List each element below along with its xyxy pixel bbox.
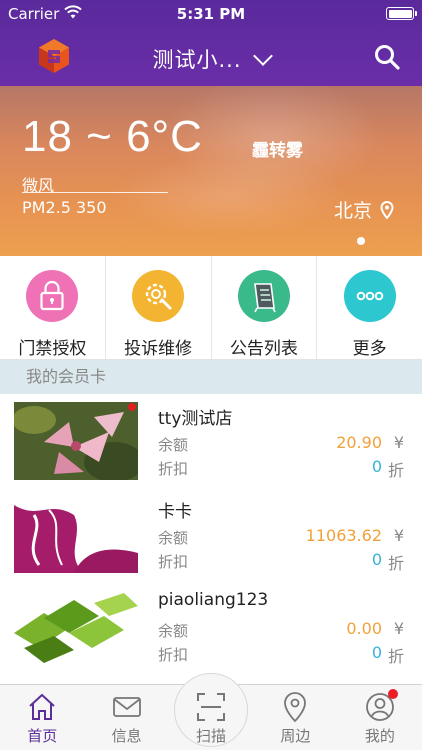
tab-bar: 首页 信息 扫描 周边 我的 xyxy=(0,673,422,750)
card-name: 卡卡 xyxy=(158,502,192,522)
chevron-down-icon xyxy=(252,46,273,66)
scan-icon xyxy=(197,693,226,721)
discount-label: 折扣 xyxy=(158,460,189,478)
card-name: piaoliang123 xyxy=(158,590,269,610)
card-name: tty测试店 xyxy=(158,409,233,429)
card-thumbnail xyxy=(14,402,138,480)
card-thumbnail xyxy=(14,495,138,573)
discount-value: 0 xyxy=(371,550,382,569)
tab-label: 信息 xyxy=(111,727,142,745)
quick-action-access[interactable]: 门禁授权 xyxy=(0,256,106,359)
page-indicator xyxy=(357,237,365,245)
currency-unit: ¥ xyxy=(393,619,404,638)
currency-unit: ¥ xyxy=(393,526,404,545)
balance-value: 0.00 xyxy=(346,619,382,638)
currency-unit: ¥ xyxy=(393,433,404,452)
divider xyxy=(22,192,168,193)
tab-label: 周边 xyxy=(280,727,311,745)
quick-actions: 门禁授权 投诉维修 公告列表 更多 xyxy=(0,256,422,360)
lock-icon xyxy=(26,270,79,322)
top-bar: Carrier 5:31 PM 测试小... xyxy=(0,0,422,86)
weather-condition: 霾转雾 xyxy=(252,141,303,161)
member-card[interactable]: 卡卡 余额 11063.62 ¥ 折扣 0 折 xyxy=(0,487,422,579)
search-icon[interactable] xyxy=(374,44,400,70)
tab-messages[interactable]: 信息 xyxy=(84,685,168,750)
location-pin-icon xyxy=(380,201,394,219)
tab-nearby[interactable]: 周边 xyxy=(253,685,337,750)
member-card[interactable]: tty测试店 余额 20.90 ¥ 折扣 0 折 xyxy=(0,394,422,486)
discount-label: 折扣 xyxy=(158,553,189,571)
quick-action-label: 更多 xyxy=(352,339,387,359)
temperature: 18 ~ 6°C xyxy=(22,112,203,161)
more-icon xyxy=(343,270,396,322)
discount-label: 折扣 xyxy=(158,646,189,664)
section-header: 我的会员卡 xyxy=(0,360,422,394)
store-selector[interactable]: 测试小... xyxy=(0,44,422,74)
gear-wrench-icon xyxy=(132,270,185,322)
quick-action-complaint[interactable]: 投诉维修 xyxy=(106,256,212,359)
pm25-label: PM2.5 350 xyxy=(22,198,107,217)
tab-label: 扫描 xyxy=(196,727,227,745)
location-pin-icon xyxy=(284,692,307,723)
balance-value: 20.90 xyxy=(336,433,382,452)
discount-unit: 折 xyxy=(387,461,404,480)
discount-unit: 折 xyxy=(387,647,404,666)
weather-banner[interactable]: 18 ~ 6°C 霾转雾 微风 PM2.5 350 北京 xyxy=(0,86,422,256)
mail-icon xyxy=(112,697,141,717)
discount-unit: 折 xyxy=(387,554,404,573)
status-bar: Carrier 5:31 PM xyxy=(0,0,422,28)
balance-label: 余额 xyxy=(158,529,189,547)
tab-label: 我的 xyxy=(364,727,395,745)
tab-home[interactable]: 首页 xyxy=(0,685,84,750)
notification-badge xyxy=(388,689,399,699)
notice-board-icon xyxy=(237,270,290,322)
balance-label: 余额 xyxy=(158,622,189,640)
tab-profile[interactable]: 我的 xyxy=(338,685,422,750)
member-card-list[interactable]: tty测试店 余额 20.90 ¥ 折扣 0 折 卡卡 余额 11063.62 … xyxy=(0,394,422,684)
tab-scan[interactable]: 扫描 xyxy=(169,673,253,750)
city-name: 北京 xyxy=(333,200,372,222)
discount-value: 0 xyxy=(371,457,382,476)
quick-action-label: 门禁授权 xyxy=(18,339,87,359)
cloud-decoration xyxy=(110,156,350,236)
battery-icon xyxy=(386,7,417,20)
quick-action-notices[interactable]: 公告列表 xyxy=(212,256,318,359)
tab-label: 首页 xyxy=(27,727,58,745)
quick-action-label: 投诉维修 xyxy=(124,339,193,359)
quick-action-more[interactable]: 更多 xyxy=(317,256,422,359)
home-icon xyxy=(29,693,55,720)
card-thumbnail xyxy=(14,588,138,666)
quick-action-label: 公告列表 xyxy=(229,339,298,359)
discount-value: 0 xyxy=(371,643,382,662)
balance-value: 11063.62 xyxy=(305,526,382,545)
store-name: 测试小... xyxy=(152,48,242,72)
clock: 5:31 PM xyxy=(176,5,246,23)
balance-label: 余额 xyxy=(158,436,189,454)
member-card[interactable]: piaoliang123 余额 0.00 ¥ 折扣 0 折 xyxy=(0,580,422,672)
